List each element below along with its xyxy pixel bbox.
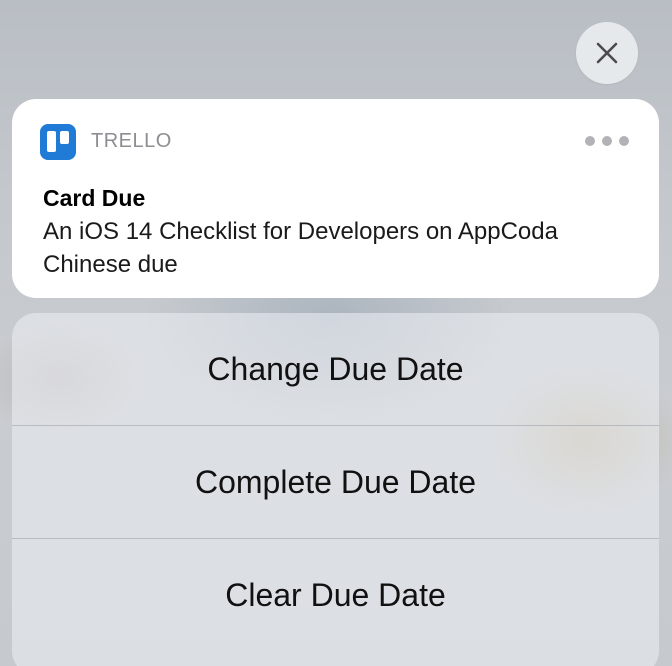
ellipsis-icon[interactable]	[585, 136, 629, 146]
app-name: TRELLO	[91, 130, 172, 152]
trello-icon	[40, 124, 76, 160]
clear-due-date-button[interactable]: Clear Due Date	[12, 539, 659, 651]
notification-body: An iOS 14 Checklist for Developers on Ap…	[43, 218, 558, 278]
complete-due-date-button[interactable]: Complete Due Date	[12, 426, 659, 539]
notification-title: Card Due	[43, 185, 146, 211]
close-button[interactable]	[576, 22, 638, 84]
notification-card[interactable]: TRELLO Card Due An iOS 14 Checklist for …	[12, 99, 659, 298]
action-menu: Change Due Date Complete Due Date Clear …	[12, 313, 659, 666]
close-icon	[596, 42, 618, 64]
change-due-date-button[interactable]: Change Due Date	[12, 313, 659, 426]
